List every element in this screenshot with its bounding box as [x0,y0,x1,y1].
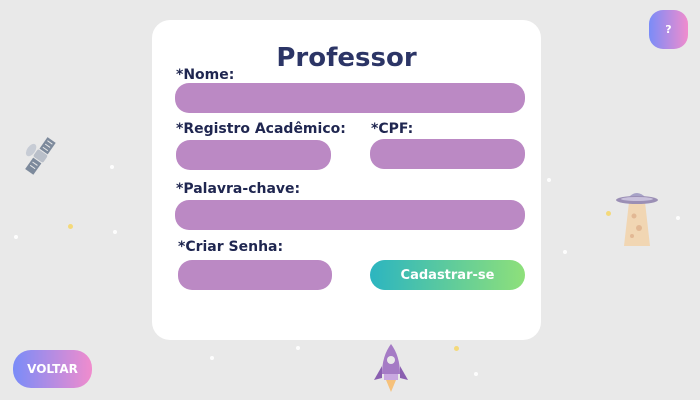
ufo-icon [616,193,658,246]
star [606,211,611,216]
star [296,346,300,350]
star [454,346,459,351]
star [547,178,551,182]
senha-label: *Criar Senha: [178,239,284,255]
star [676,216,680,220]
satellite-icon [25,137,56,175]
star [474,372,478,376]
registro-field[interactable] [176,140,331,170]
nome-label: *Nome: [176,67,235,83]
registro-label: *Registro Acadêmico: [176,121,346,137]
star [68,224,73,229]
cpf-label: *CPF: [371,121,414,137]
palavra-chave-label: *Palavra-chave: [176,181,301,197]
cpf-field[interactable] [370,139,525,169]
cadastrar-button[interactable]: Cadastrar-se [370,260,525,290]
star [563,250,567,254]
nome-field[interactable] [175,83,525,113]
star [14,235,18,239]
rocket-icon [374,344,408,392]
palavra-chave-field[interactable] [175,200,525,230]
voltar-button[interactable]: VOLTAR [13,350,92,388]
registration-card: Professor *Nome: *Registro Acadêmico: *C… [152,20,541,340]
star [210,356,214,360]
star [110,165,114,169]
help-button[interactable]: ? [649,10,688,49]
star [113,230,117,234]
senha-field[interactable] [178,260,332,290]
